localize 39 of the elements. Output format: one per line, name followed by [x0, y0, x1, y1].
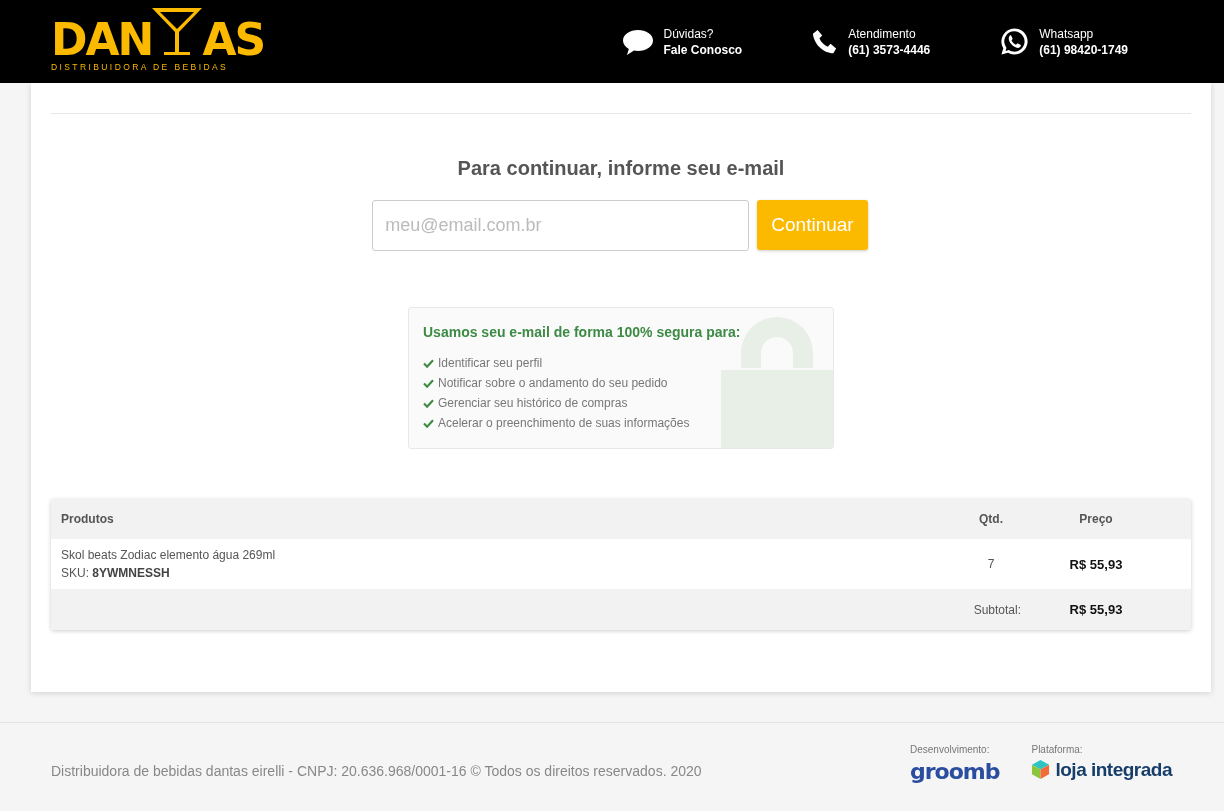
contact-link[interactable]: (61) 3573-4446 [848, 41, 931, 58]
checkmark-icon [423, 378, 434, 388]
platform-logo[interactable]: loja integrada [1055, 758, 1172, 781]
contact-label: Dúvidas? [663, 25, 715, 42]
benefit-text: Acelerar o preenchimento de suas informações [438, 415, 690, 432]
email-heading: Para continuar, informe seu e-mail [456, 157, 786, 180]
product-name: Skol beats Zodiac elemento água 269ml [61, 548, 277, 562]
cube-icon [1031, 759, 1051, 780]
copyright-text: Distribuidora de bebidas dantas eirelli - CNPJ: 20.636.968/0001-16 © Todos os direitos reservados. 2020 [51, 762, 702, 779]
cocktail-glass-icon [150, 5, 205, 58]
checkmark-icon [423, 418, 434, 428]
benefit-text: Identificar seu perfil [438, 355, 543, 372]
whatsapp-icon[interactable] [1000, 27, 1030, 56]
subtotal-value: R$ 55,93 [1068, 602, 1124, 617]
speech-bubble-icon[interactable] [621, 27, 654, 56]
quantity-cell-text: 7 [986, 557, 996, 571]
contact-link[interactable]: (61) 98420-1749 [1039, 41, 1128, 58]
subtotal-label: Subtotal: [973, 602, 1021, 617]
developer-logo[interactable]: groomb [909, 758, 1000, 784]
price-cell-text: R$ 55,93 [1068, 556, 1124, 572]
logo-tagline: DISTRIBUIDORA DE BEBIDAS [51, 61, 229, 72]
credit-label: Desenvolvimento: [909, 743, 991, 755]
logo-text: DAN [51, 19, 153, 60]
benefit-text: Notificar sobre o andamento do seu pedido [438, 375, 668, 392]
logo-text: AS [202, 19, 265, 60]
column-header: Produtos [61, 512, 115, 526]
credit-label: Plataforma: [1031, 743, 1084, 755]
checkmark-icon [423, 358, 434, 368]
contact-label: Whatsapp [1039, 25, 1095, 42]
benefit-text: Gerenciar seu histórico de compras [438, 395, 628, 412]
security-heading: Usamos seu e-mail de forma 100% segura para: [423, 324, 742, 340]
checkmark-icon [423, 398, 434, 408]
email-input[interactable]: meu@email.com.br [372, 200, 750, 251]
product-sku: SKU: 8YWMNESSH [61, 566, 171, 580]
phone-icon[interactable] [812, 28, 839, 55]
contact-link[interactable]: Fale Conosco [663, 41, 743, 58]
column-header: Preço [1078, 512, 1114, 526]
column-header: Qtd. [978, 512, 1004, 526]
contact-label: Atendimento [848, 25, 917, 42]
